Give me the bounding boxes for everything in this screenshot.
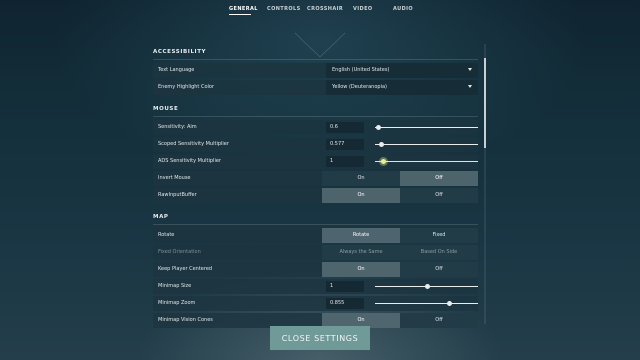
dropdown-value: English (United States)	[332, 67, 390, 73]
tab-crosshair[interactable]: CROSSHAIR	[307, 6, 343, 12]
settings-panel: ACCESSIBILITY Text Language English (Uni…	[146, 44, 484, 360]
setting-label: Minimap Vision Cones	[158, 317, 213, 323]
minimap-zoom-input[interactable]: 0.855	[326, 298, 364, 309]
sensitivity-aim-slider-track[interactable]	[375, 127, 478, 128]
setting-row-rotate: Rotate Rotate Fixed	[153, 228, 478, 243]
minimap-size-slider-handle[interactable]	[424, 284, 430, 289]
minimap-size-input[interactable]: 1	[326, 281, 364, 292]
settings-scrollbar-thumb[interactable]	[484, 58, 486, 148]
scoped-multiplier-slider-track[interactable]	[375, 144, 478, 145]
setting-row-minimap-zoom: Minimap Zoom 0.855	[153, 296, 478, 311]
tab-video[interactable]: VIDEO	[353, 6, 373, 12]
setting-label: Keep Player Centered	[158, 266, 213, 272]
scoped-multiplier-input[interactable]: 0.577	[326, 139, 364, 150]
setting-label: Minimap Size	[158, 283, 192, 289]
chevron-down-icon	[468, 85, 472, 88]
setting-row-sensitivity-aim: Sensitivity: Aim 0.6	[153, 120, 478, 135]
scoped-multiplier-slider-handle[interactable]	[379, 142, 385, 147]
setting-label: ADS Sensitivity Multiplier	[158, 158, 221, 164]
setting-row-minimap-size: Minimap Size 1	[153, 279, 478, 294]
section-title-map: MAP	[153, 214, 169, 220]
keep-centered-off-option[interactable]: Off	[400, 262, 478, 277]
tab-audio[interactable]: AUDIO	[393, 6, 413, 12]
raw-input-off-option[interactable]: Off	[400, 188, 478, 203]
text-language-dropdown[interactable]: English (United States)	[326, 63, 478, 78]
tab-controls[interactable]: CONTROLS	[267, 6, 301, 12]
setting-label: Enemy Highlight Color	[158, 84, 215, 90]
setting-row-ads-multiplier: ADS Sensitivity Multiplier 1	[153, 154, 478, 169]
setting-row-keep-centered: Keep Player Centered On Off	[153, 262, 478, 277]
section-divider	[153, 224, 478, 225]
enemy-highlight-dropdown[interactable]: Yellow (Deuteranopia)	[326, 80, 478, 95]
section-divider	[153, 116, 478, 117]
invert-mouse-on-option[interactable]: On	[322, 171, 400, 186]
ads-multiplier-input[interactable]: 1	[326, 156, 364, 167]
close-settings-button[interactable]: CLOSE SETTINGS	[270, 326, 370, 350]
sensitivity-aim-input[interactable]: 0.6	[326, 122, 364, 133]
setting-label: Rotate	[158, 232, 175, 238]
ads-multiplier-slider-handle[interactable]	[381, 159, 387, 164]
setting-row-fixed-orientation: Fixed Orientation Always the Same Based …	[153, 245, 478, 260]
invert-mouse-off-option[interactable]: Off	[400, 171, 478, 186]
settings-tab-bar: GENERAL CONTROLS CROSSHAIR VIDEO AUDIO	[0, 0, 640, 18]
setting-label: RawInputBuffer	[158, 192, 197, 198]
setting-label: Minimap Zoom	[158, 300, 196, 306]
rotate-option[interactable]: Rotate	[322, 228, 400, 243]
minimap-vision-off-option[interactable]: Off	[400, 313, 478, 328]
setting-row-scoped-multiplier: Scoped Sensitivity Multiplier 0.577	[153, 137, 478, 152]
setting-row-raw-input: RawInputBuffer On Off	[153, 188, 478, 203]
based-on-side-option[interactable]: Based On Side	[400, 245, 478, 260]
active-tab-underline	[229, 14, 251, 15]
setting-label: Sensitivity: Aim	[158, 124, 197, 130]
setting-label: Invert Mouse	[158, 175, 191, 181]
setting-label: Scoped Sensitivity Multiplier	[158, 141, 229, 147]
ads-multiplier-slider-track[interactable]	[375, 161, 478, 162]
setting-row-enemy-highlight: Enemy Highlight Color Yellow (Deuteranop…	[153, 80, 478, 95]
section-title-accessibility: ACCESSIBILITY	[153, 49, 207, 55]
chevron-down-icon	[468, 68, 472, 71]
always-same-option[interactable]: Always the Same	[322, 245, 400, 260]
minimap-zoom-slider-handle[interactable]	[447, 301, 453, 306]
setting-row-invert-mouse: Invert Mouse On Off	[153, 171, 478, 186]
setting-label: Text Language	[158, 67, 195, 73]
raw-input-on-option[interactable]: On	[322, 188, 400, 203]
fixed-option[interactable]: Fixed	[400, 228, 478, 243]
section-title-mouse: MOUSE	[153, 106, 179, 112]
keep-centered-on-option[interactable]: On	[322, 262, 400, 277]
setting-label: Fixed Orientation	[158, 249, 201, 255]
tab-general[interactable]: GENERAL	[229, 6, 258, 12]
minimap-zoom-slider-track[interactable]	[375, 303, 478, 304]
sensitivity-aim-slider-handle[interactable]	[376, 125, 382, 130]
dropdown-value: Yellow (Deuteranopia)	[332, 84, 387, 90]
setting-row-text-language: Text Language English (United States)	[153, 63, 478, 78]
section-divider	[153, 59, 478, 60]
